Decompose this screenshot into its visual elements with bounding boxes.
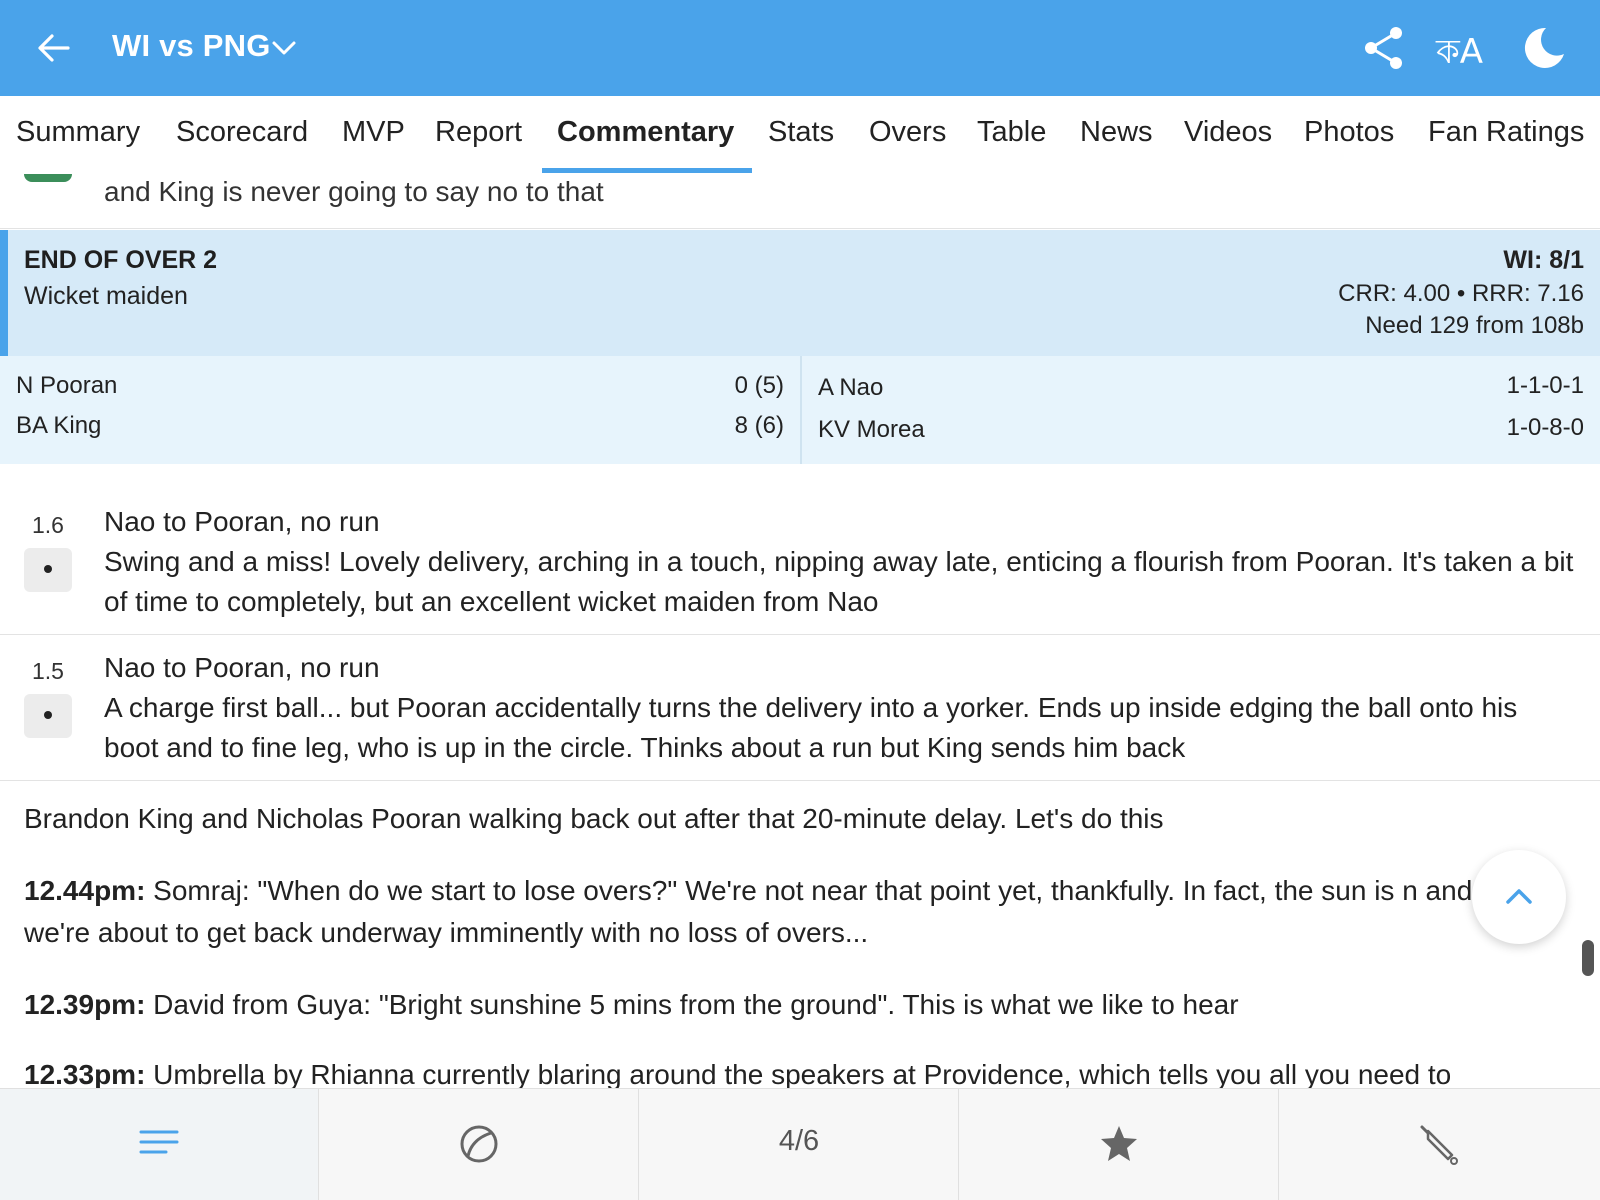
- dark-mode-moon-icon[interactable]: [1520, 24, 1568, 72]
- ball-headline: Nao to Pooran, no run: [104, 652, 380, 683]
- tab-fan-ratings[interactable]: Fan Ratings: [1428, 116, 1584, 149]
- bottom-nav-ball[interactable]: [320, 1089, 639, 1200]
- accent-edge: [0, 230, 8, 356]
- live-update: 12.39pm: David from Guya: "Bright sunshi…: [24, 984, 1474, 1026]
- tab-bar: Summary Scorecard MVP Report Commentary …: [0, 96, 1600, 174]
- bottom-nav-commentary[interactable]: [0, 1089, 319, 1200]
- live-update: Brandon King and Nicholas Pooran walking…: [24, 798, 1474, 840]
- tab-stats[interactable]: Stats: [768, 116, 834, 149]
- team-score: WI: 8/1: [1503, 246, 1584, 274]
- live-update: 12.44pm: Somraj: "When do we start to lo…: [24, 870, 1474, 954]
- language-toggle-icon[interactable]: কA: [1436, 26, 1483, 83]
- partial-commentary-text: and King is never going to say no to tha…: [104, 176, 604, 207]
- tab-report[interactable]: Report: [435, 116, 522, 149]
- dot-ball-icon: [24, 694, 72, 738]
- page-indicator: 4/6: [778, 1125, 820, 1157]
- ball-headline: Nao to Pooran, no run: [104, 506, 380, 537]
- batter-name: N Pooran: [16, 372, 118, 399]
- bowler-name: KV Morea: [818, 416, 925, 443]
- menu-lines-icon: [139, 1130, 179, 1154]
- over-heading: END OF OVER 2: [24, 246, 218, 274]
- app-header: WI vs PNG কA: [0, 0, 1600, 96]
- batter-name: BA King: [16, 412, 102, 439]
- players-summary: N Pooran 0 (5) BA King 8 (6) A Nao 1-1-0…: [0, 356, 1600, 464]
- update-time: 12.33pm:: [24, 1059, 146, 1088]
- over-ball-number: 1.5: [32, 658, 64, 684]
- match-title[interactable]: WI vs PNG: [112, 28, 271, 64]
- bottom-nav-favourites[interactable]: [960, 1089, 1279, 1200]
- update-text: Umbrella by Rhianna currently blaring ar…: [145, 1059, 1452, 1088]
- batter-score: 0 (5): [734, 372, 784, 399]
- bowler-name: A Nao: [818, 374, 884, 401]
- bowler-figures: 1-0-8-0: [1506, 414, 1584, 441]
- tab-news[interactable]: News: [1080, 116, 1153, 149]
- divider: [0, 228, 1600, 229]
- over-ball-number: 1.6: [32, 512, 64, 538]
- chevron-down-icon[interactable]: [270, 36, 298, 60]
- update-text: Somraj: "When do we start to lose overs?…: [24, 875, 1473, 948]
- tab-table[interactable]: Table: [977, 116, 1046, 149]
- bottom-nav-page-indicator[interactable]: 4/6: [640, 1089, 959, 1200]
- update-text: David from Guya: "Bright sunshine 5 mins…: [145, 989, 1239, 1020]
- run-rates: CRR: 4.00 • RRR: 7.16: [1338, 280, 1584, 307]
- divider: [0, 780, 1600, 781]
- ball-description: A charge first ball... but Pooran accide…: [104, 692, 1518, 763]
- ball-description: Swing and a miss! Lovely delivery, archi…: [104, 546, 1574, 617]
- bowler-figures: 1-1-0-1: [1506, 372, 1584, 399]
- tab-summary[interactable]: Summary: [16, 116, 140, 149]
- cricket-bat-icon: [1420, 1125, 1458, 1165]
- tab-commentary[interactable]: Commentary: [557, 116, 734, 149]
- over-subheading: Wicket maiden: [24, 282, 188, 310]
- dot-ball-icon: [24, 548, 72, 592]
- tab-photos[interactable]: Photos: [1304, 116, 1394, 149]
- share-icon[interactable]: [1360, 24, 1408, 72]
- cricket-ball-icon: [460, 1125, 498, 1163]
- bottom-nav-batting[interactable]: [1280, 1089, 1599, 1200]
- end-of-over-card: END OF OVER 2 Wicket maiden WI: 8/1 CRR:…: [0, 230, 1600, 356]
- tab-scorecard[interactable]: Scorecard: [176, 116, 308, 149]
- target-need: Need 129 from 108b: [1365, 312, 1584, 339]
- live-update: 12.33pm: Umbrella by Rhianna currently b…: [24, 1054, 1474, 1088]
- scrollbar-thumb[interactable]: [1582, 940, 1594, 976]
- tab-overs[interactable]: Overs: [869, 116, 946, 149]
- update-text: Brandon King and Nicholas Pooran walking…: [24, 803, 1164, 834]
- bottom-nav: 4/6: [0, 1088, 1600, 1200]
- active-tab-indicator: [542, 168, 752, 173]
- chevron-up-icon: [1506, 889, 1532, 904]
- star-icon: [1101, 1126, 1137, 1161]
- update-time: 12.39pm:: [24, 989, 146, 1020]
- column-divider: [800, 356, 802, 464]
- batter-score: 8 (6): [734, 412, 784, 439]
- commentary-feed[interactable]: and King is never going to say no to tha…: [0, 174, 1600, 1088]
- tab-mvp[interactable]: MVP: [342, 116, 405, 149]
- update-time: 12.44pm:: [24, 875, 146, 906]
- back-arrow-icon[interactable]: [34, 28, 74, 68]
- tab-videos[interactable]: Videos: [1184, 116, 1272, 149]
- four-run-badge: [24, 174, 72, 182]
- divider: [0, 634, 1600, 635]
- scroll-to-top-button[interactable]: [1472, 850, 1566, 944]
